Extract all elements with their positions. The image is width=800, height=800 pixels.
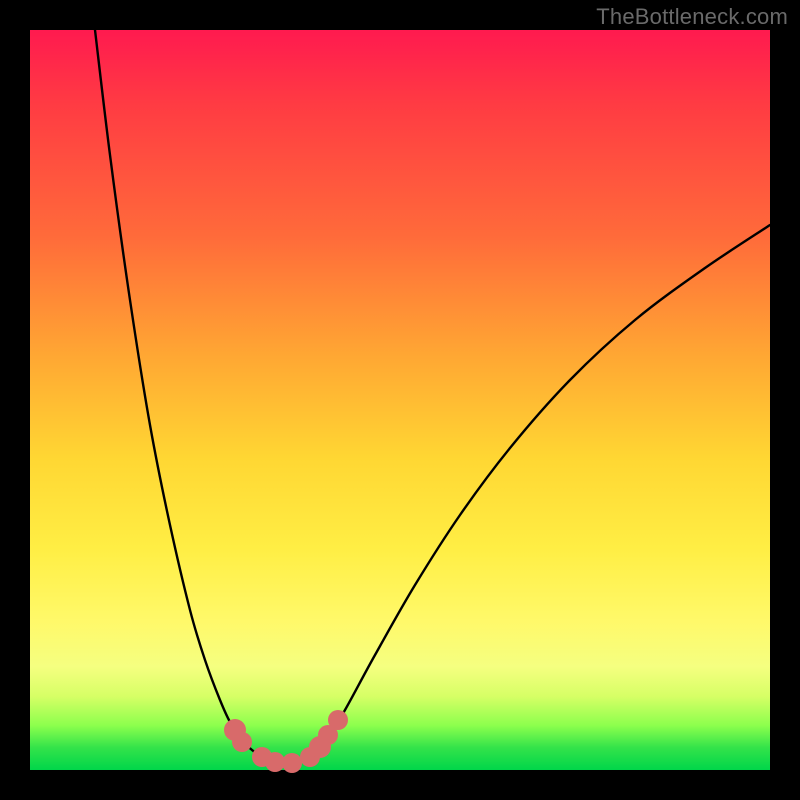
curve-svg xyxy=(30,30,770,770)
bottleneck-curve xyxy=(95,30,770,763)
plot-area xyxy=(30,30,770,770)
valley-markers xyxy=(224,710,348,773)
valley-marker xyxy=(232,732,252,752)
chart-frame: TheBottleneck.com xyxy=(0,0,800,800)
valley-marker xyxy=(282,753,302,773)
watermark-text: TheBottleneck.com xyxy=(596,4,788,30)
valley-marker xyxy=(265,752,285,772)
valley-marker xyxy=(328,710,348,730)
